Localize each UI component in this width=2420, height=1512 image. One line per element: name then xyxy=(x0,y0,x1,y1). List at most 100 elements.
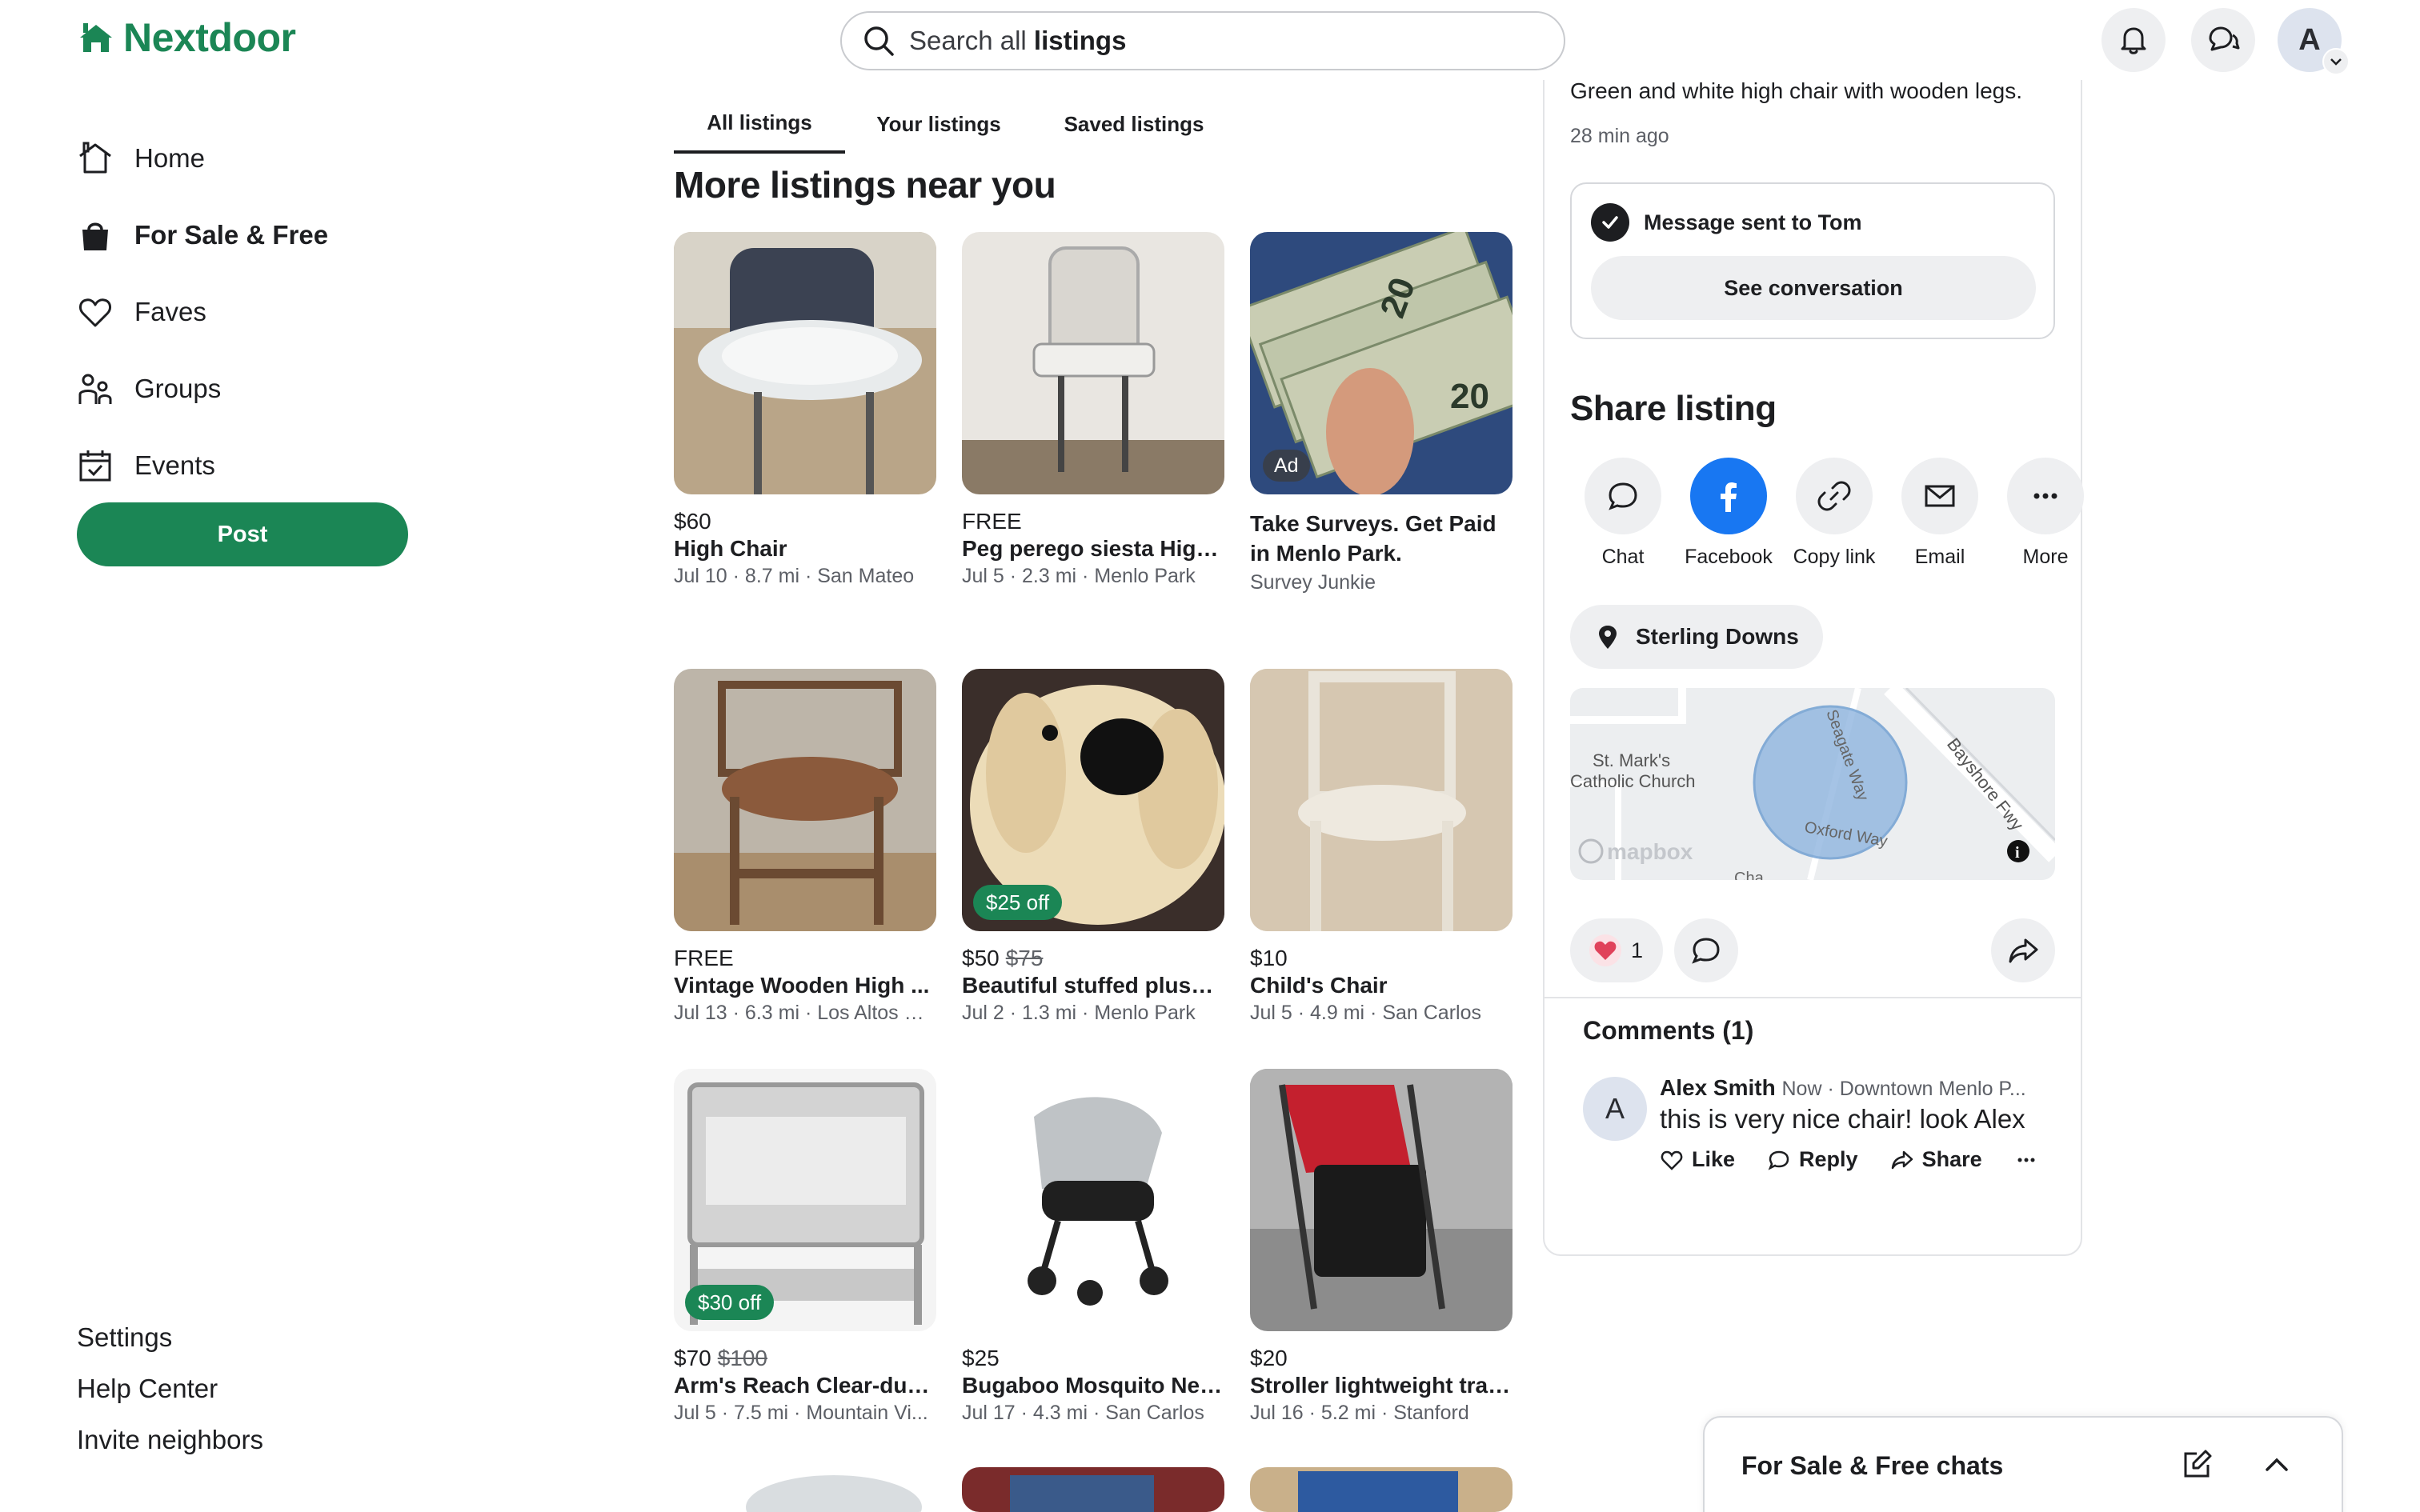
ad-card[interactable]: 20 20 Ad Take Surveys. Get Paid in Menlo… xyxy=(1250,232,1512,594)
comment-avatar[interactable]: A xyxy=(1583,1077,1647,1141)
listing-card[interactable]: FREE Vintage Wooden High ... Jul 13 · 6.… xyxy=(674,669,936,1025)
more-dots-icon xyxy=(2017,1158,2035,1162)
listing-meta: Jul 13 · 6.3 mi · Los Altos Hi... xyxy=(674,1002,936,1024)
share-email-button[interactable]: Email xyxy=(1887,458,1993,569)
location-map[interactable]: St. Mark's Catholic Church Seagate Way O… xyxy=(1570,688,2055,880)
listing-meta: Jul 5 · 2.3 mi · Menlo Park xyxy=(962,565,1196,587)
comment-header: Alex Smith Now · Downtown Menlo P... xyxy=(1660,1075,2026,1101)
profile-menu-toggle[interactable] xyxy=(2322,48,2350,75)
reaction-count: 1 xyxy=(1631,938,1644,962)
shopping-bag-icon xyxy=(82,222,108,250)
listing-image xyxy=(1250,669,1512,931)
comment-share-button[interactable]: Share xyxy=(1890,1147,1982,1172)
listing-title: Arm's Reach Clear-due ... xyxy=(674,1373,936,1398)
listing-image xyxy=(1250,1467,1512,1512)
share-chat-button[interactable]: Chat xyxy=(1570,458,1676,569)
listing-title: Vintage Wooden High ... xyxy=(674,973,930,998)
location-pill[interactable]: Sterling Downs xyxy=(1570,605,1823,669)
listing-card[interactable]: $30 off $70 $100 Arm's Reach Clear-due ..… xyxy=(674,1069,936,1425)
listing-card[interactable] xyxy=(1250,1467,1512,1512)
sidebar-item-label: Faves xyxy=(134,297,206,326)
page: Nextdoor Search all listings A Home For … xyxy=(0,0,2420,1512)
sidebar-item-home[interactable]: Home xyxy=(77,120,328,197)
listing-card[interactable]: $20 Stroller lightweight travel Jul 16 ·… xyxy=(1250,1069,1512,1425)
sidebar-item-label: Events xyxy=(134,450,215,480)
listing-meta: Jul 16 · 5.2 mi · Stanford xyxy=(1250,1402,1469,1424)
tab-all-listings[interactable]: All listings xyxy=(674,94,845,154)
listing-card[interactable] xyxy=(962,1467,1224,1512)
reaction-button[interactable]: 1 xyxy=(1570,918,1663,982)
tab-your-listings[interactable]: Your listings xyxy=(845,94,1032,154)
tab-saved-listings[interactable]: Saved listings xyxy=(1032,94,1236,154)
listing-description: Green and white high chair with wooden l… xyxy=(1570,78,2023,103)
heart-reaction-icon xyxy=(1589,934,1621,966)
listing-image xyxy=(674,669,936,931)
listing-card[interactable] xyxy=(674,1467,936,1512)
chat-bubble-icon xyxy=(1609,482,1637,510)
see-conversation-button[interactable]: See conversation xyxy=(1591,256,2036,320)
sidebar-nav: Home For Sale & Free Faves Groups Events xyxy=(77,120,328,504)
comment-like-button[interactable]: Like xyxy=(1660,1147,1735,1172)
check-circle-icon xyxy=(1591,203,1629,242)
share-arrow-icon xyxy=(1891,1150,1913,1169)
listing-card[interactable]: $25 off $50 $75 Beautiful stuffed plush .… xyxy=(962,669,1224,1025)
listing-card[interactable]: $10 Child's Chair Jul 5 · 4.9 mi · San C… xyxy=(1250,669,1512,1025)
compose-button[interactable] xyxy=(2177,1445,2217,1485)
calendar-icon xyxy=(79,450,111,482)
settings-link[interactable]: Settings xyxy=(77,1312,263,1363)
heart-icon xyxy=(1661,1150,1683,1170)
map-label-church: St. Mark's xyxy=(1593,750,1670,770)
home-icon xyxy=(79,142,111,174)
notifications-button[interactable] xyxy=(2101,8,2166,72)
wooden-chair-photo xyxy=(674,669,936,931)
bell-icon xyxy=(2121,27,2146,54)
comment-icon xyxy=(1692,938,1720,964)
listing-price: FREE xyxy=(674,946,734,970)
listing-card[interactable]: $25 Bugaboo Mosquito Net ... Jul 17 · 4.… xyxy=(962,1069,1224,1425)
map-pin-icon xyxy=(1599,626,1617,649)
listing-title: Bugaboo Mosquito Net ... xyxy=(962,1373,1224,1398)
listing-time: 28 min ago xyxy=(1570,125,1669,147)
share-options: Chat Facebook Copy link Email More xyxy=(1570,458,2098,569)
chevron-down-icon xyxy=(2330,58,2342,66)
listing-photo-partial xyxy=(674,1467,936,1512)
share-button[interactable] xyxy=(1991,918,2055,982)
sidebar-item-events[interactable]: Events xyxy=(77,427,328,504)
share-arrow-icon xyxy=(2009,938,2038,963)
comment-more-button[interactable] xyxy=(2014,1148,2038,1172)
listing-title: Peg perego siesta High ... xyxy=(962,536,1224,561)
listing-image xyxy=(674,232,936,494)
help-center-link[interactable]: Help Center xyxy=(77,1363,263,1414)
sidebar-item-groups[interactable]: Groups xyxy=(77,350,328,427)
listing-image xyxy=(962,1467,1224,1512)
message-sent-box: Message sent to Tom See conversation xyxy=(1570,182,2055,339)
listing-card[interactable]: $60 High Chair Jul 10 · 8.7 mi · San Mat… xyxy=(674,232,936,588)
reaction-row: 1 xyxy=(1570,918,2055,982)
search-input[interactable]: Search all listings xyxy=(840,11,1565,70)
message-sent-header: Message sent to Tom xyxy=(1591,203,1862,242)
sidebar-item-for-sale[interactable]: For Sale & Free xyxy=(77,197,328,274)
childs-chair-photo xyxy=(1250,669,1512,931)
nextdoor-logo[interactable]: Nextdoor xyxy=(77,14,296,61)
collapse-button[interactable] xyxy=(2257,1445,2297,1485)
ad-sponsor: Survey Junkie xyxy=(1250,571,1376,594)
comment-reply-button[interactable]: Reply xyxy=(1767,1147,1858,1172)
chat-dock[interactable]: For Sale & Free chats xyxy=(1703,1416,2343,1512)
svg-text:20: 20 xyxy=(1450,377,1489,416)
messages-button[interactable] xyxy=(2191,8,2255,72)
share-label: More xyxy=(2022,546,2069,568)
map-image: St. Mark's Catholic Church Seagate Way O… xyxy=(1570,688,2055,880)
share-copy-link-button[interactable]: Copy link xyxy=(1781,458,1887,569)
comment-author[interactable]: Alex Smith xyxy=(1660,1075,1776,1100)
sidebar-item-faves[interactable]: Faves xyxy=(77,274,328,350)
listing-card[interactable]: FREE Peg perego siesta High ... Jul 5 · … xyxy=(962,232,1224,588)
comment-button[interactable] xyxy=(1674,918,1738,982)
chevron-up-icon xyxy=(2266,1458,2288,1471)
listing-title: Child's Chair xyxy=(1250,973,1388,998)
ad-image: 20 20 Ad xyxy=(1250,232,1512,494)
invite-neighbors-link[interactable]: Invite neighbors xyxy=(77,1414,263,1466)
share-more-button[interactable]: More xyxy=(1993,458,2098,569)
high-chair-photo xyxy=(962,232,1224,494)
share-facebook-button[interactable]: Facebook xyxy=(1676,458,1781,569)
post-button[interactable]: Post xyxy=(77,502,408,566)
